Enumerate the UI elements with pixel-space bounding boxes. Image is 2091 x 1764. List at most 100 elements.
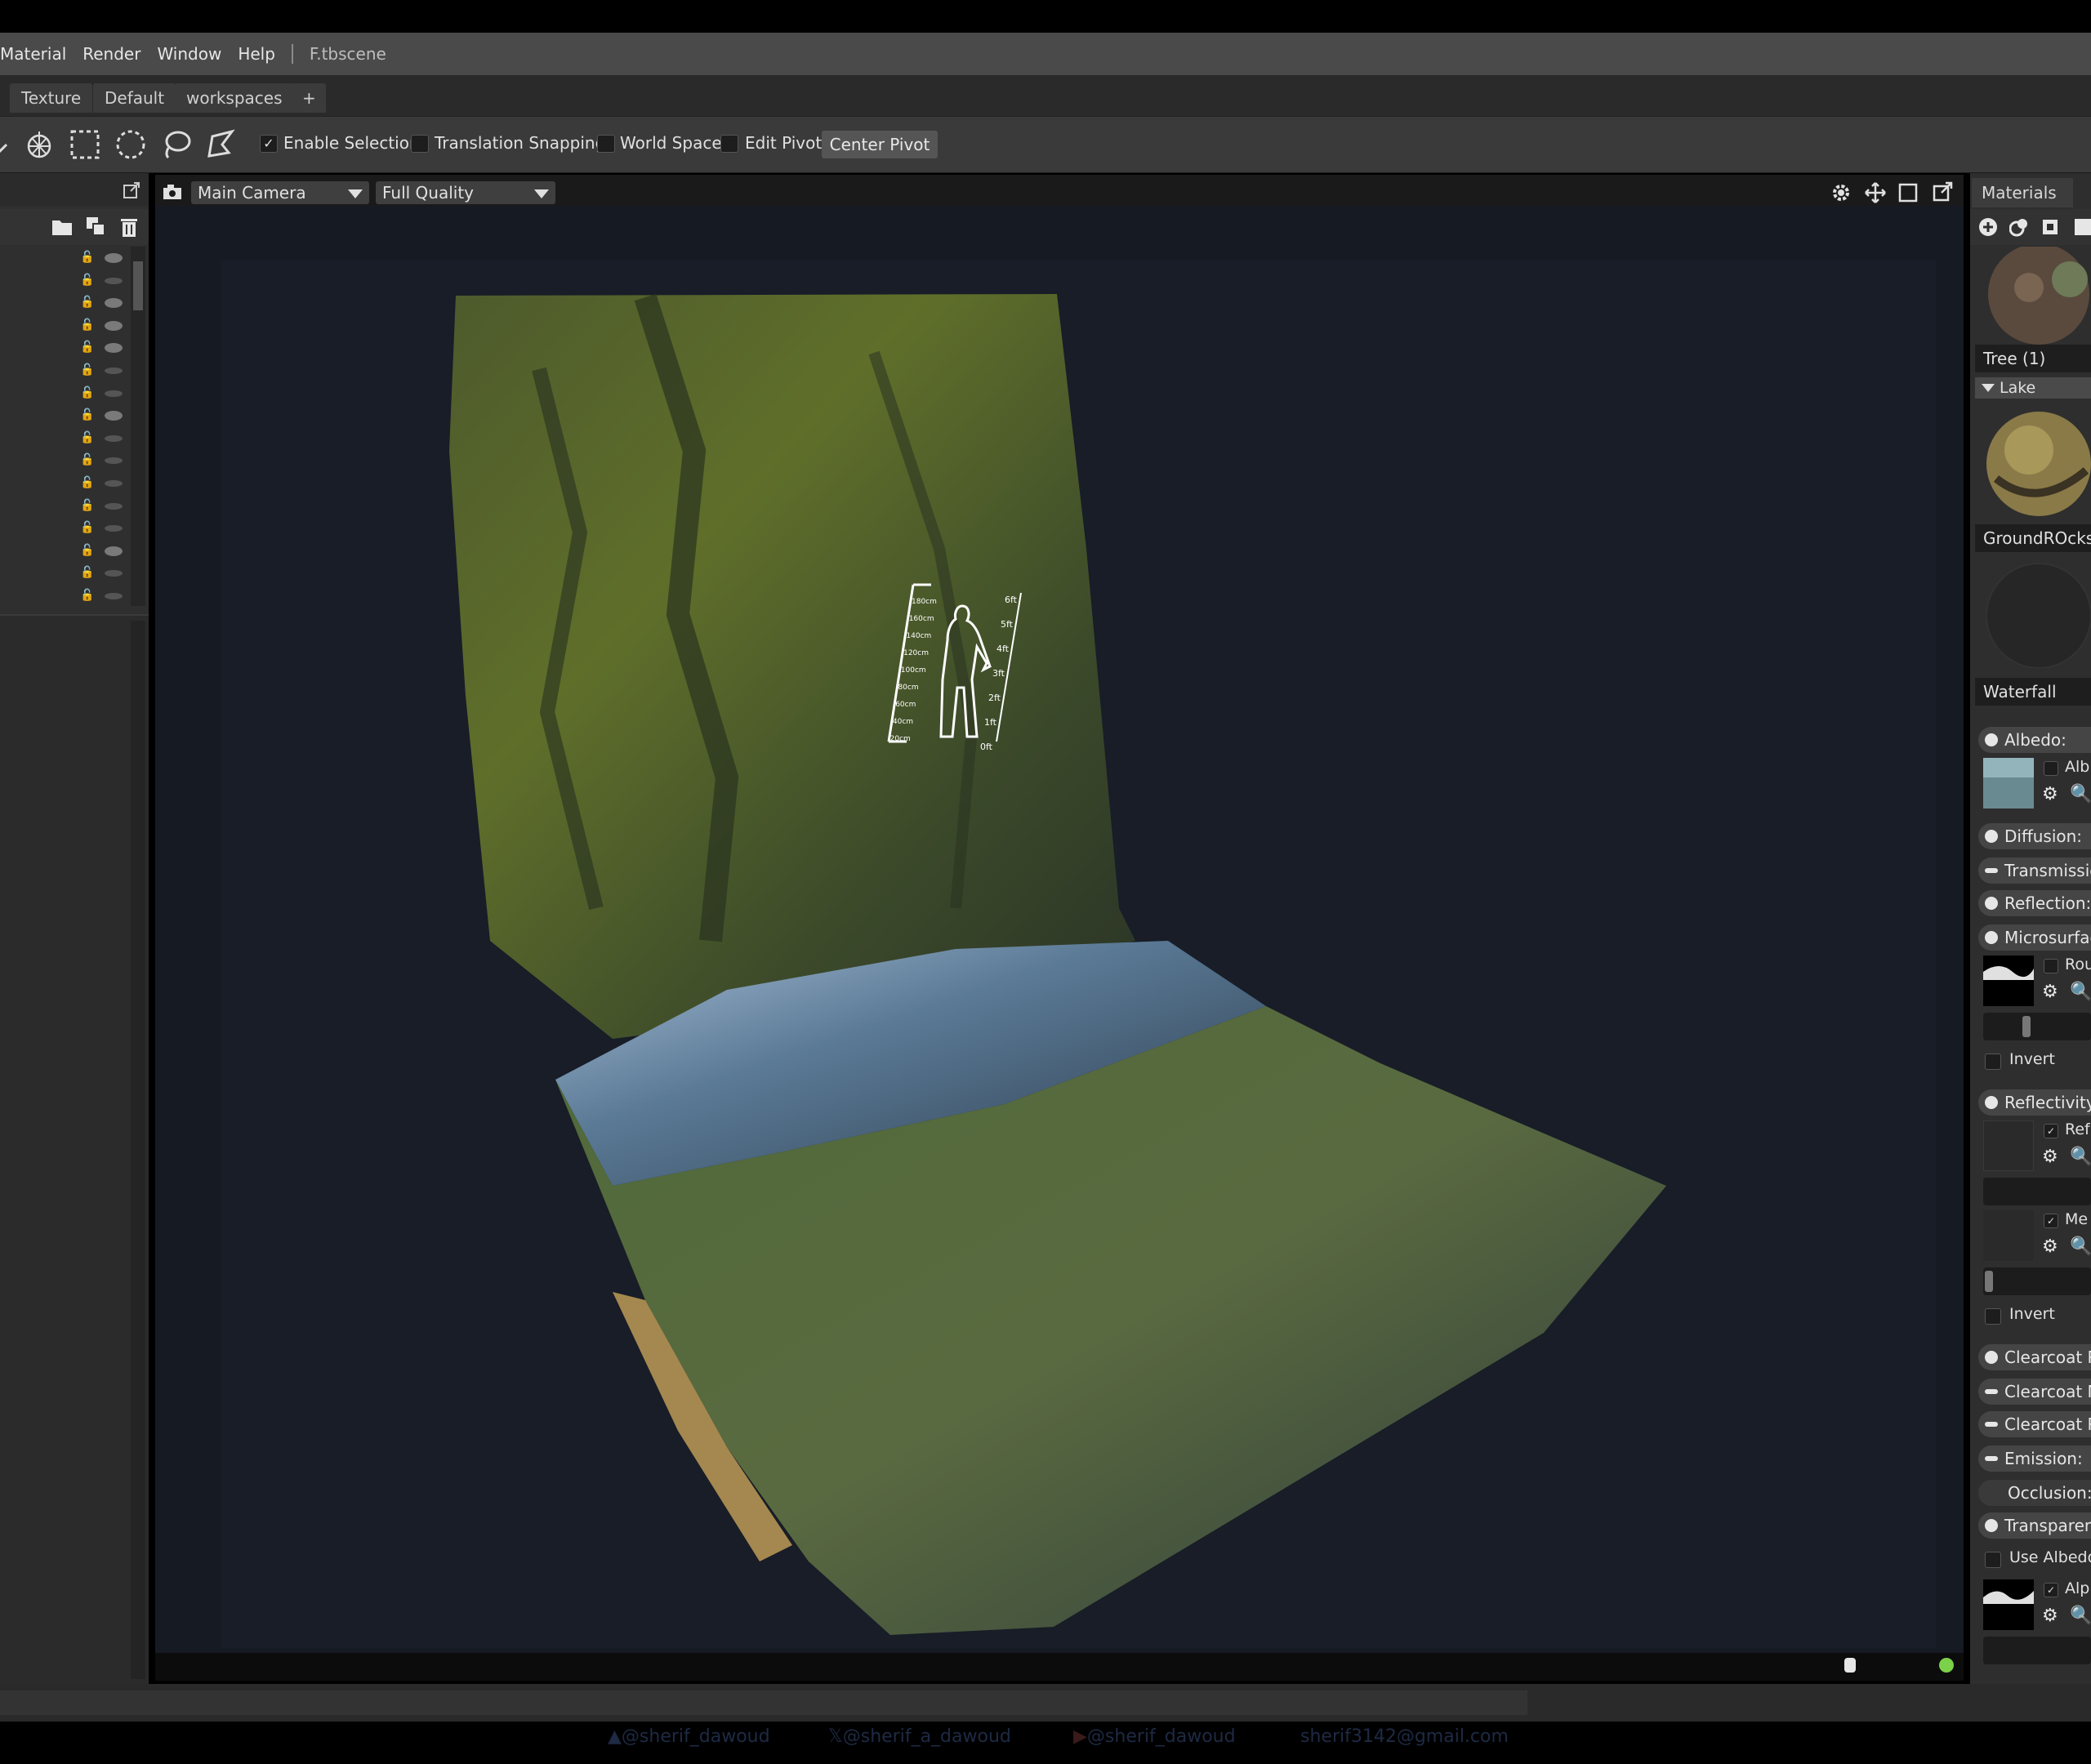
section-toggle[interactable]: [1985, 1389, 1998, 1394]
outliner-row[interactable]: 🔓: [0, 427, 131, 449]
visibility-eye-icon[interactable]: [105, 277, 123, 284]
invert-checkbox[interactable]: [1985, 1054, 2001, 1070]
microsurface-section-header[interactable]: Microsurfac: [1978, 924, 2091, 951]
visibility-eye-icon[interactable]: [105, 434, 123, 442]
transparency-section-header[interactable]: Transparenc: [1978, 1512, 2091, 1539]
enable-selection-checkbox[interactable]: ✓: [260, 135, 278, 153]
visibility-eye-icon[interactable]: [105, 411, 123, 421]
slider-handle[interactable]: [1985, 1271, 1993, 1292]
select-mesh-tool-icon[interactable]: [23, 128, 56, 161]
outliner-row[interactable]: 🔓: [0, 585, 131, 607]
lock-icon[interactable]: 🔓: [80, 499, 94, 512]
search-icon[interactable]: 🔍: [2070, 786, 2091, 804]
gear-icon[interactable]: ⚙: [2042, 786, 2060, 804]
search-icon[interactable]: 🔍: [2070, 1607, 2091, 1625]
visibility-eye-icon[interactable]: [105, 320, 123, 331]
lock-icon[interactable]: 🔓: [80, 589, 94, 602]
metalness-map-thumb[interactable]: [1983, 1210, 2034, 1261]
outliner-row[interactable]: 🔓: [0, 314, 131, 336]
outliner-row[interactable]: 🔓: [0, 540, 131, 562]
camera-icon[interactable]: [162, 183, 183, 201]
outliner-row[interactable]: 🔓: [0, 472, 131, 494]
outliner-row[interactable]: 🔓: [0, 247, 131, 269]
material-label-groundrocks[interactable]: GroundROcks: [1975, 524, 2091, 552]
section-toggle[interactable]: [1985, 1456, 1998, 1461]
lock-icon[interactable]: 🔓: [80, 363, 94, 376]
reflectivity-map-checkbox[interactable]: ✓: [2044, 1124, 2058, 1138]
search-icon[interactable]: 🔍: [2070, 1238, 2091, 1256]
metalness-map-checkbox[interactable]: ✓: [2044, 1214, 2058, 1228]
section-toggle[interactable]: [1985, 897, 1998, 910]
lasso-select-tool-icon[interactable]: [160, 128, 193, 161]
occlusion-section-header[interactable]: Occlusion:: [1978, 1480, 2091, 1506]
section-toggle[interactable]: [1985, 830, 1998, 843]
translation-snapping-checkbox[interactable]: [411, 135, 429, 153]
center-pivot-button[interactable]: Center Pivot: [822, 131, 938, 158]
visibility-eye-icon[interactable]: [105, 480, 123, 487]
folder-icon[interactable]: [2073, 217, 2091, 237]
visibility-eye-icon[interactable]: [105, 368, 123, 374]
section-toggle[interactable]: [1985, 1096, 1998, 1109]
visibility-eye-icon[interactable]: [105, 343, 123, 354]
world-space-checkbox[interactable]: [597, 135, 615, 153]
reflection-section-header[interactable]: Reflection:: [1978, 890, 2091, 916]
lock-icon[interactable]: 🔓: [80, 431, 94, 444]
visibility-eye-icon[interactable]: [105, 390, 123, 397]
lock-icon[interactable]: 🔓: [80, 408, 94, 421]
menu-help[interactable]: Help: [230, 44, 283, 64]
move-tool-icon[interactable]: [0, 128, 25, 161]
outliner-row[interactable]: 🔓: [0, 495, 131, 517]
outliner-row[interactable]: 🔓: [0, 292, 131, 314]
visibility-eye-icon[interactable]: [105, 525, 123, 532]
menu-render[interactable]: Render: [74, 44, 149, 64]
quality-select[interactable]: Full Quality: [376, 181, 555, 204]
material-thumb-groundrocks[interactable]: [1980, 405, 2091, 516]
camera-select[interactable]: Main Camera: [191, 181, 369, 204]
pan-icon[interactable]: [1864, 181, 1887, 204]
search-icon[interactable]: 🔍: [2070, 1148, 2091, 1166]
outliner-row[interactable]: 🔓: [0, 517, 131, 539]
albedo-map-checkbox[interactable]: [2044, 761, 2058, 776]
albedo-section-header[interactable]: Albedo:: [1978, 727, 2091, 753]
lock-icon[interactable]: 🔓: [80, 566, 94, 579]
rect-select-tool-icon[interactable]: [69, 128, 101, 161]
outliner-lower-scrollbar[interactable]: [131, 621, 145, 1679]
roughness-map-checkbox[interactable]: [2044, 959, 2058, 973]
lock-icon[interactable]: 🔓: [80, 386, 94, 399]
visibility-eye-icon[interactable]: [105, 546, 123, 556]
transmission-section-header[interactable]: Transmissio: [1978, 858, 2091, 884]
diffusion-section-header[interactable]: Diffusion:: [1978, 823, 2091, 849]
maximize-icon[interactable]: [1898, 183, 1918, 203]
tab-workspaces[interactable]: workspaces: [175, 83, 294, 113]
emission-section-header[interactable]: Emission:: [1978, 1446, 2091, 1472]
roughness-slider[interactable]: [1983, 1013, 2091, 1040]
search-icon[interactable]: 🔍: [2070, 983, 2091, 1001]
gear-icon[interactable]: ⚙: [2042, 1148, 2060, 1166]
clearcoat-reflectivity-header[interactable]: Clearcoat R: [1978, 1411, 2091, 1437]
new-folder-icon[interactable]: [51, 217, 74, 237]
section-toggle[interactable]: [1985, 868, 1998, 873]
materials-tab[interactable]: Materials: [1972, 178, 2073, 207]
popout-icon[interactable]: [1933, 181, 1954, 203]
metalness-slider[interactable]: [1983, 1267, 2091, 1295]
lock-icon[interactable]: 🔓: [80, 521, 94, 534]
outliner-row[interactable]: 🔓: [0, 382, 131, 404]
gear-icon[interactable]: ⚙: [2042, 983, 2060, 1001]
roughness-map-thumb[interactable]: [1983, 956, 2034, 1006]
clearcoat-microsurface-header[interactable]: Clearcoat M: [1978, 1379, 2091, 1405]
clearcoat-reflection-header[interactable]: Clearcoat R: [1978, 1344, 2091, 1370]
visibility-eye-icon[interactable]: [105, 502, 123, 510]
section-toggle[interactable]: [1985, 1351, 1998, 1364]
alpha-slider[interactable]: [1983, 1637, 2091, 1664]
outliner-row[interactable]: 🔓: [0, 359, 131, 381]
duplicate-icon[interactable]: [85, 216, 106, 237]
material-thumb-waterfall[interactable]: [1980, 557, 2091, 668]
visibility-eye-icon[interactable]: [105, 457, 123, 465]
polygon-select-tool-icon[interactable]: [204, 128, 237, 161]
material-label-tree[interactable]: Tree (1): [1975, 345, 2091, 372]
lock-icon[interactable]: 🔓: [80, 341, 94, 354]
lock-icon[interactable]: 🔓: [80, 544, 94, 557]
timeline-bar[interactable]: [0, 1690, 1527, 1715]
lock-icon[interactable]: 🔓: [80, 453, 94, 466]
outliner-scrollbar-thumb[interactable]: [133, 261, 143, 310]
